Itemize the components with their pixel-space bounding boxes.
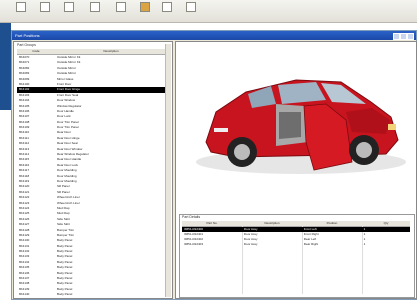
part-group-list: 8K4070 Outside Mirror Kit 8K4071 Outside Mi… — [17, 55, 169, 298]
toolbar-icon — [116, 2, 126, 12]
toolbar — [0, 0, 417, 23]
table-cell: 1 — [363, 242, 366, 246]
window-titlebar: Part Positions — [12, 31, 416, 40]
toolbar-button-2[interactable] — [40, 2, 50, 19]
table-cell: Door Assy — [243, 242, 258, 246]
toolbar-icon — [140, 2, 150, 12]
details-col-description[interactable]: Description — [242, 221, 302, 226]
toolbar-button-3[interactable] — [64, 2, 74, 19]
toolbar-button-8[interactable] — [186, 2, 196, 19]
list-item[interactable]: 8K4140 Body Panel — [17, 292, 169, 297]
toolbar-icon — [186, 2, 196, 12]
part-window: Part Positions Part Groups Code Descript… — [11, 30, 417, 300]
car-image — [176, 42, 416, 212]
list-scrollbar[interactable] — [165, 44, 171, 297]
details-col-partno[interactable]: Part No. — [182, 221, 242, 226]
list-item-code: 8K4140 — [19, 292, 30, 297]
toolbar-button-1[interactable] — [16, 2, 26, 19]
column-header-code[interactable]: Code — [17, 49, 55, 54]
close-button[interactable] — [407, 33, 414, 40]
toolbar-button-7[interactable] — [162, 2, 172, 19]
part-details-panel: Part Details Part No. Description Positi… — [179, 214, 415, 298]
toolbar-button-4[interactable] — [90, 2, 100, 19]
toolbar-icon — [40, 2, 50, 12]
table-row[interactable]: 3M51-R22403 Door Assy Rear Right 1 — [182, 242, 410, 247]
details-label: Part Details — [182, 215, 201, 219]
toolbar-icon — [90, 2, 100, 12]
preview-pane: Part Details Part No. Description Positi… — [175, 41, 417, 299]
toolbar-button-5[interactable] — [116, 2, 126, 19]
group-label: Part Groups — [17, 43, 36, 47]
minimize-button[interactable] — [393, 33, 400, 40]
car-illustration — [196, 79, 406, 174]
table-cell: 3M51-R22403 — [184, 242, 204, 246]
details-col-position[interactable]: Position — [302, 221, 362, 226]
window-title: Part Positions — [15, 33, 40, 38]
toolbar-icon — [162, 2, 172, 12]
toolbar-icon — [16, 2, 26, 12]
column-header-description[interactable]: Description — [55, 49, 167, 54]
table-cell: Rear Right — [303, 242, 319, 246]
toolbar-icon — [64, 2, 74, 12]
details-rows: 3M51-R22400 Door Assy Front Left 1 3M51-R224… — [182, 227, 410, 247]
part-group-pane: Part Groups Code Description 8K4070 Outsi… — [13, 41, 173, 299]
details-col-qty[interactable]: Qty — [362, 221, 410, 226]
list-item-description: Body Panel — [57, 292, 73, 297]
maximize-button[interactable] — [400, 33, 407, 40]
toolbar-button-6[interactable] — [140, 2, 150, 19]
